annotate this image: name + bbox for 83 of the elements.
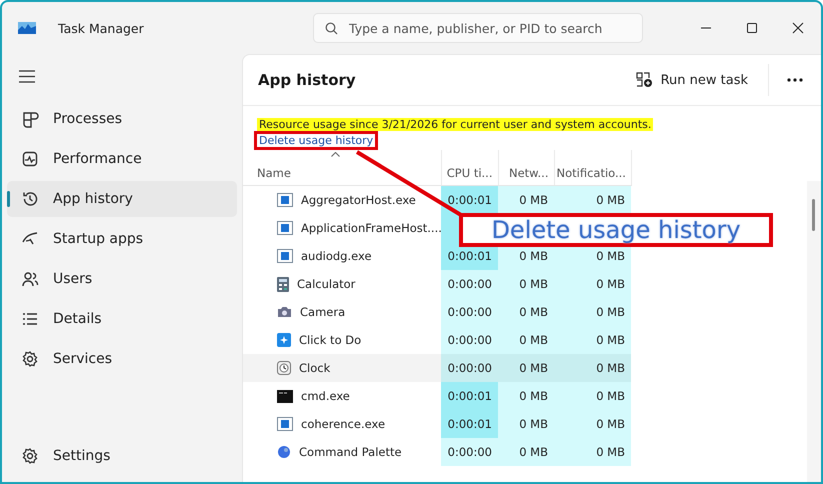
window-icon xyxy=(277,193,293,207)
gear-icon xyxy=(21,350,39,368)
sidebar-label: Services xyxy=(53,351,112,367)
info-text: Resource usage since 3/21/2026 for current user and system accounts. xyxy=(257,118,654,131)
sidebar-label: Details xyxy=(53,311,102,327)
delete-history-link[interactable]: Delete usage history xyxy=(254,131,378,150)
app-name: ApplicationFrameHost.... xyxy=(301,221,442,235)
sidebar-label: Processes xyxy=(53,111,122,127)
window-icon xyxy=(277,221,293,235)
callout-text: Delete usage history xyxy=(459,213,773,247)
clock-icon xyxy=(277,361,291,375)
table-cell: 0 MB xyxy=(498,354,554,382)
table-cell: 0 MB xyxy=(498,438,554,466)
terminal-icon xyxy=(277,390,293,402)
sort-caret-icon xyxy=(331,152,340,157)
table-cell: 0 MB xyxy=(554,354,631,382)
window-icon xyxy=(277,249,293,263)
minimize-icon xyxy=(700,27,712,29)
close-icon xyxy=(792,22,804,34)
new-task-icon xyxy=(636,72,653,88)
window-icon xyxy=(277,417,293,431)
table-cell: 0 MB xyxy=(554,326,631,354)
palette-icon xyxy=(277,445,291,459)
table-cell: 0 MB xyxy=(498,298,554,326)
table-cell: 0:00:00 xyxy=(441,298,498,326)
sidebar-label: Users xyxy=(53,271,92,287)
app-name: Command Palette xyxy=(299,445,402,459)
app-name: Click to Do xyxy=(299,333,362,347)
sidebar-label: Settings xyxy=(53,448,110,464)
app-name: Clock xyxy=(299,361,330,375)
sidebar-item[interactable]: Users xyxy=(7,261,237,297)
run-new-task-button[interactable]: Run new task xyxy=(628,66,756,94)
sidebar-item[interactable]: Details xyxy=(7,301,237,337)
table-cell: 0 MB xyxy=(554,186,631,214)
calculator-icon xyxy=(277,276,289,292)
settings-icon xyxy=(21,447,39,465)
table-cell: 0 MB xyxy=(498,326,554,354)
app-name: audiodg.exe xyxy=(301,249,372,263)
sidebar-label: App history xyxy=(53,191,133,207)
search-field[interactable]: Type a name, publisher, or PID to search xyxy=(313,13,643,43)
app-name: AggregatorHost.exe xyxy=(301,193,416,207)
table-cell: 0 MB xyxy=(554,298,631,326)
table-cell: 0 MB xyxy=(554,438,631,466)
scrollbar[interactable] xyxy=(807,181,821,482)
menu-icon[interactable] xyxy=(19,70,35,83)
app-logo-icon xyxy=(18,22,36,34)
camera-icon xyxy=(277,306,292,318)
sidebar-item[interactable]: Performance xyxy=(7,141,237,177)
table-cell: 0 MB xyxy=(498,382,554,410)
app-name: Camera xyxy=(300,305,346,319)
window-title: Task Manager xyxy=(58,20,145,36)
table-cell: 0 MB xyxy=(554,270,631,298)
app-name: Calculator xyxy=(297,277,356,291)
table-cell: 0:00:00 xyxy=(441,438,498,466)
table-cell: 0:00:01 xyxy=(441,410,498,438)
grid-icon xyxy=(21,110,39,128)
more-icon xyxy=(787,78,803,82)
app-name: coherence.exe xyxy=(301,417,386,431)
table-cell: 0:00:00 xyxy=(441,270,498,298)
sidebar-item[interactable]: Services xyxy=(7,341,237,377)
table-cell: 0:00:00 xyxy=(441,354,498,382)
maximize-icon xyxy=(746,22,758,34)
sidebar-item[interactable]: App history xyxy=(7,181,237,217)
table-cell: 0 MB xyxy=(498,410,554,438)
table-cell: 0 MB xyxy=(498,186,554,214)
search-icon xyxy=(325,22,338,35)
sparkle-icon xyxy=(277,333,291,347)
sidebar-item[interactable]: Settings xyxy=(7,438,237,474)
sidebar-label: Startup apps xyxy=(53,231,144,247)
table-cell: 0:00:01 xyxy=(441,382,498,410)
sidebar-label: Performance xyxy=(53,151,142,167)
pulse-icon xyxy=(21,150,39,168)
table-cell: 0 MB xyxy=(554,410,631,438)
sidebar-item[interactable]: Startup apps xyxy=(7,221,237,257)
history-icon xyxy=(21,190,39,208)
table-cell: 0:00:00 xyxy=(441,326,498,354)
users-icon xyxy=(21,270,39,288)
page-title: App history xyxy=(258,71,356,89)
table-cell: 0 MB xyxy=(554,382,631,410)
app-name: cmd.exe xyxy=(301,389,350,403)
sidebar-item[interactable]: Processes xyxy=(7,101,237,137)
column-header[interactable]: Name xyxy=(243,150,441,186)
table-cell: 0 MB xyxy=(498,270,554,298)
